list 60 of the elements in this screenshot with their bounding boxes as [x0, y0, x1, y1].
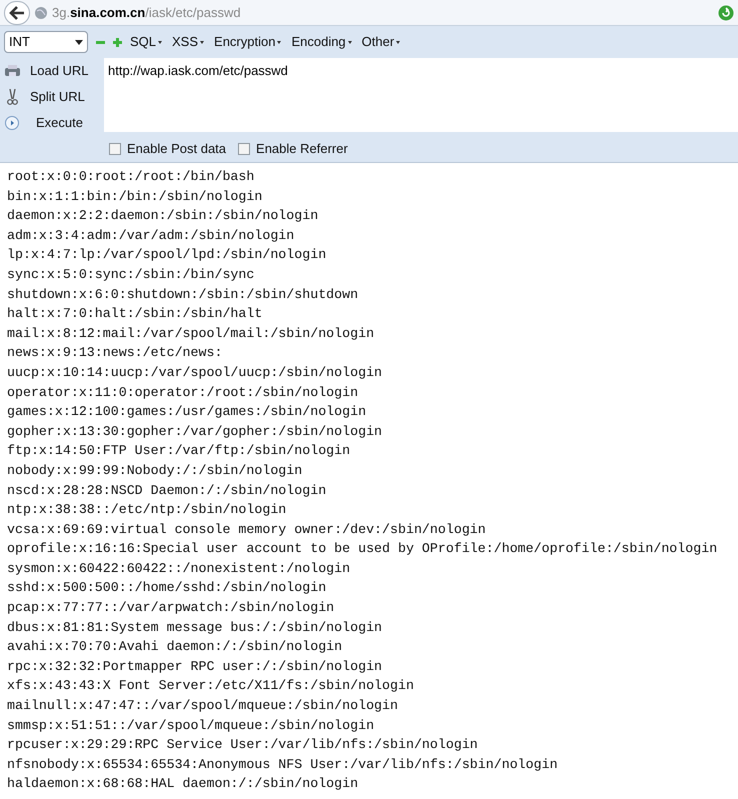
- back-button[interactable]: [4, 0, 30, 24]
- passwd-line: mailnull:x:47:47::/var/spool/mqueue:/sbin/nologin: [7, 697, 398, 716]
- passwd-line: rpcuser:x:29:29:RPC Service User:/var/lib/nfs:/sbin/nologin: [7, 736, 478, 754]
- passwd-line: ntp:x:38:38::/etc/ntp:/sbin/nologin: [7, 501, 286, 520]
- menu-button[interactable]: Encryption: [214, 32, 282, 52]
- type-select[interactable]: INT: [4, 31, 88, 53]
- dropdown-arrow-icon: [200, 40, 204, 44]
- passwd-line: operator:x:11:0:operator:/root:/sbin/nologin: [7, 384, 358, 402]
- dropdown-arrow-icon: [348, 40, 352, 44]
- scissors-icon: [6, 89, 18, 105]
- passwd-line: nfsnobody:x:65534:65534:Anonymous NFS User:/var/lib/nfs:/sbin/nologin: [7, 756, 558, 774]
- execute-button[interactable]: Execute: [30, 113, 83, 133]
- passwd-line: rpc:x:32:32:Portmapper RPC user:/:/sbin/nologin: [7, 658, 382, 676]
- load-url-button[interactable]: Load URL: [30, 61, 89, 81]
- passwd-line: news:x:9:13:news:/etc/news:: [7, 344, 222, 362]
- passwd-line: sshd:x:500:500::/home/sshd:/sbin/nologin: [7, 579, 326, 598]
- passwd-line: haldaemon:x:68:68:HAL daemon:/:/sbin/nologin: [7, 775, 358, 794]
- passwd-line: dbus:x:81:81:System message bus:/:/sbin/nologin: [7, 618, 382, 637]
- passwd-line: sysmon:x:60422:60422::/nonexistent:/nologin: [7, 560, 350, 578]
- passwd-line: smmsp:x:51:51::/var/spool/mqueue:/sbin/nologin: [7, 716, 374, 735]
- reload-icon[interactable]: [718, 4, 734, 20]
- passwd-line: avahi:x:70:70:Avahi daemon:/:/sbin/nologin: [7, 638, 342, 656]
- url-input-field[interactable]: http://wap.iask.com/etc/passwd: [104, 58, 738, 132]
- plus-icon[interactable]: [113, 38, 122, 46]
- checkbox-label: Enable Referrer: [256, 140, 348, 158]
- checkbox[interactable]: [109, 143, 121, 155]
- checkbox[interactable]: [238, 143, 250, 155]
- passwd-line: halt:x:7:0:halt:/sbin:/sbin/halt: [7, 305, 262, 324]
- dropdown-arrow-icon: [75, 40, 83, 44]
- passwd-line: xfs:x:43:43:X Font Server:/etc/X11/fs:/sbin/nologin: [7, 677, 414, 696]
- menu-button[interactable]: XSS: [172, 32, 204, 52]
- dropdown-arrow-icon: [396, 40, 400, 44]
- passwd-line: mail:x:8:12:mail:/var/spool/mail:/sbin/nologin: [7, 324, 374, 343]
- printer-icon: [4, 64, 20, 78]
- passwd-line: nscd:x:28:28:NSCD Daemon:/:/sbin/nologin: [7, 482, 326, 500]
- passwd-line: daemon:x:2:2:daemon:/sbin:/sbin/nologin: [7, 207, 318, 226]
- menu-button[interactable]: Other: [362, 32, 400, 52]
- play-icon: [5, 116, 19, 130]
- passwd-line: uucp:x:10:14:uucp:/var/spool/uucp:/sbin/nologin: [7, 364, 382, 382]
- passwd-line: lp:x:4:7:lp:/var/spool/lpd:/sbin/nologin: [7, 246, 326, 264]
- menu-button[interactable]: SQL: [130, 32, 162, 52]
- dropdown-arrow-icon: [277, 40, 282, 44]
- passwd-line: oprofile:x:16:16:Special user account to be used by OProfile:/home/oprofile:/sbin/nologin: [7, 540, 718, 558]
- menu-button[interactable]: Encoding: [291, 32, 352, 52]
- passwd-line: gopher:x:13:30:gopher:/var/gopher:/sbin/nologin: [7, 422, 382, 441]
- passwd-line: sync:x:5:0:sync:/sbin:/bin/sync: [7, 266, 254, 284]
- passwd-line: adm:x:3:4:adm:/var/adm:/sbin/nologin: [7, 226, 294, 245]
- passwd-line: games:x:12:100:games:/usr/games:/sbin/nologin: [7, 403, 366, 422]
- dropdown-arrow-icon: [158, 40, 162, 44]
- passwd-line: root:x:0:0:root:/root:/bin/bash: [7, 168, 254, 186]
- passwd-line: bin:x:1:1:bin:/bin:/sbin/nologin: [7, 188, 262, 206]
- passwd-line: shutdown:x:6:0:shutdown:/sbin:/sbin/shutdown: [7, 286, 358, 304]
- passwd-line: nobody:x:99:99:Nobody:/:/sbin/nologin: [7, 462, 302, 480]
- passwd-line: vcsa:x:69:69:virtual console memory owner:/dev:/sbin/nologin: [7, 520, 486, 539]
- checkbox-label: Enable Post data: [127, 140, 226, 158]
- passwd-line: ftp:x:14:50:FTP User:/var/ftp:/sbin/nologin: [7, 442, 350, 460]
- passwd-line: pcap:x:77:77::/var/arpwatch:/sbin/nologin: [7, 599, 334, 618]
- globe-icon: [34, 6, 48, 20]
- back-arrow-icon: [9, 6, 25, 20]
- split-url-button[interactable]: Split URL: [30, 87, 85, 107]
